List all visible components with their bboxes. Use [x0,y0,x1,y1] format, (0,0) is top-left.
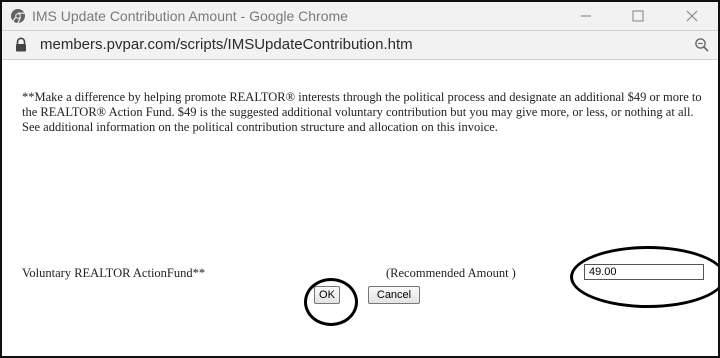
fund-label: Voluntary REALTOR ActionFund** [22,266,206,280]
window-title: IMS Update Contribution Amount - Google … [32,8,348,24]
title-bar[interactable]: IMS Update Contribution Amount - Google … [2,2,718,31]
page-content: **Make a difference by helping promote R… [2,60,718,356]
ok-button[interactable]: OK [314,286,340,304]
chrome-icon [10,8,26,24]
minimize-icon [581,15,591,17]
maximize-icon [632,10,644,22]
address-bar[interactable]: members.pvpar.com/scripts/IMSUpdateContr… [2,31,718,60]
minimize-button[interactable] [566,4,606,28]
maximize-button[interactable] [618,4,658,28]
close-button[interactable] [672,4,712,28]
amount-input[interactable] [584,264,704,280]
recommended-amount-label: (Recommended Amount ) [386,266,516,280]
cancel-button[interactable]: Cancel [368,286,420,304]
zoom-icon[interactable] [694,37,710,53]
close-icon [686,10,698,22]
lock-icon[interactable] [14,37,28,53]
browser-popup-window: IMS Update Contribution Amount - Google … [0,0,720,358]
contribution-message: **Make a difference by helping promote R… [22,90,702,134]
url-text[interactable]: members.pvpar.com/scripts/IMSUpdateContr… [40,36,413,53]
